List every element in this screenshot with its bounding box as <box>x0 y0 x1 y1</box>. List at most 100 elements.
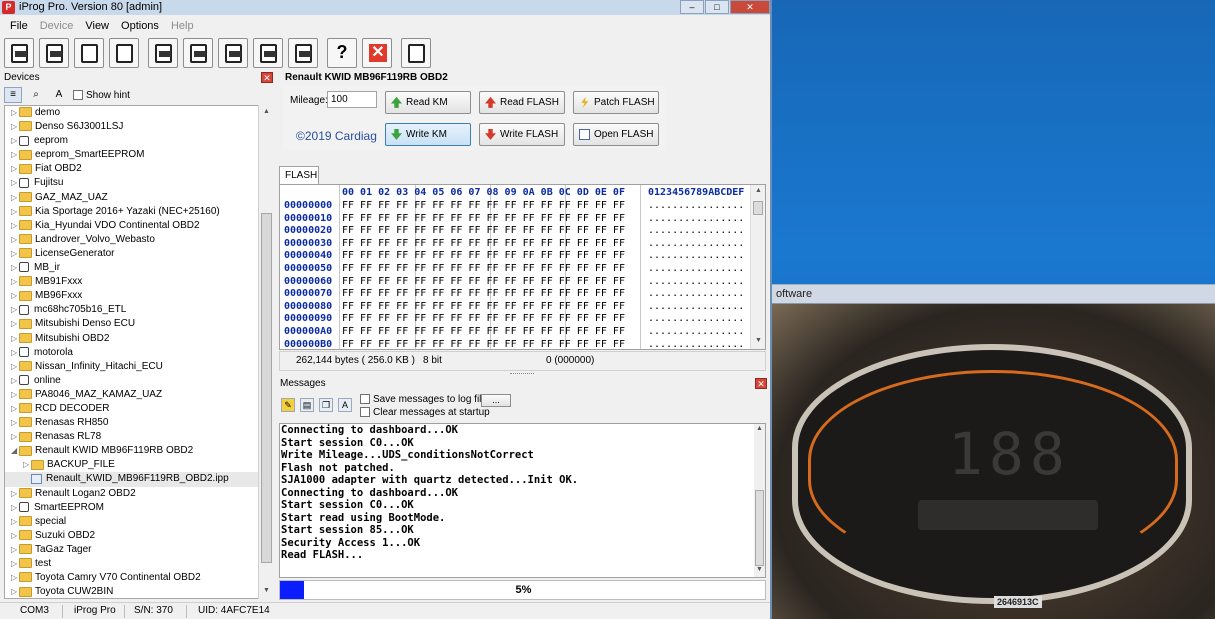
font-icon[interactable]: A <box>338 398 352 412</box>
collapsed-arrow-icon[interactable]: ▷ <box>11 501 19 515</box>
read-km-button[interactable]: Read KM <box>385 91 471 114</box>
save-button[interactable] <box>39 38 69 68</box>
save-log-option[interactable]: Save messages to log file <box>360 394 487 405</box>
scroll-up-icon[interactable]: ▲ <box>753 187 764 194</box>
tree-view-icon[interactable]: ≡ <box>4 87 22 103</box>
expanded-arrow-icon[interactable]: ◢ <box>11 444 19 458</box>
clear-startup-checkbox[interactable] <box>360 407 370 418</box>
panel-splitter[interactable] <box>510 373 534 376</box>
collapsed-arrow-icon[interactable]: ▷ <box>11 176 19 190</box>
collapsed-arrow-icon[interactable]: ▷ <box>11 557 19 571</box>
read-button[interactable] <box>253 38 283 68</box>
browse-log-button[interactable]: ... <box>481 394 511 407</box>
collapsed-arrow-icon[interactable]: ▷ <box>11 317 19 331</box>
tree-item[interactable]: ▷ Mitsubishi OBD2 <box>5 332 273 346</box>
tree-item[interactable]: ▷ Denso S6J3001LSJ <box>5 120 273 134</box>
tree-item[interactable]: ▷ Toyota Camry V70 Continental OBD2 <box>5 571 273 585</box>
new-file-button[interactable] <box>74 38 104 68</box>
collapsed-arrow-icon[interactable]: ▷ <box>11 571 19 585</box>
mileage-input[interactable] <box>327 91 377 108</box>
tree-item[interactable]: Renault_KWID_MB96F119RB_OBD2.ipp <box>5 472 273 487</box>
scroll-up-icon[interactable]: ▲ <box>755 425 764 432</box>
tree-item[interactable]: ▷ Nissan_Infinity_Hitachi_ECU <box>5 360 273 374</box>
scroll-thumb[interactable] <box>753 201 763 215</box>
hex-row[interactable]: 00000090 FF FF FF FF FF FF FF FF FF FF FF… <box>284 313 744 326</box>
save-log-checkbox[interactable] <box>360 394 370 405</box>
hex-row[interactable]: 00000050 FF FF FF FF FF FF FF FF FF FF FF… <box>284 263 744 276</box>
collapsed-arrow-icon[interactable]: ▷ <box>11 487 19 501</box>
tree-item[interactable]: ▷ Kia Sportage 2016+ Yazaki (NEC+25160) <box>5 205 273 219</box>
collapsed-arrow-icon[interactable]: ▷ <box>11 346 19 360</box>
stop-button[interactable]: ✕ <box>362 38 392 68</box>
tree-item[interactable]: ▷ Kia_Hyundai VDO Continental OBD2 <box>5 219 273 233</box>
tree-item[interactable]: ▷ Fiat OBD2 <box>5 162 273 176</box>
tree-item[interactable]: ▷ LicenseGenerator <box>5 247 273 261</box>
write-flash-button[interactable]: Write FLASH <box>479 123 565 146</box>
hex-row[interactable]: 00000000 FF FF FF FF FF FF FF FF FF FF FF… <box>284 200 744 213</box>
copy-icon[interactable]: ❐ <box>319 398 333 412</box>
collapsed-arrow-icon[interactable]: ▷ <box>11 219 19 233</box>
script-button[interactable] <box>288 38 318 68</box>
tree-item[interactable]: ▷ RCD DECODER <box>5 402 273 416</box>
tree-item[interactable]: ▷ Renault Logan2 OBD2 <box>5 487 273 501</box>
menu-device[interactable]: Device <box>34 18 80 36</box>
menu-options[interactable]: Options <box>115 18 165 36</box>
hex-editor[interactable]: 00 01 02 03 04 05 06 07 08 09 0A 0B 0C 0… <box>279 184 766 350</box>
collapsed-arrow-icon[interactable]: ▷ <box>11 360 19 374</box>
collapsed-arrow-icon[interactable]: ▷ <box>11 275 19 289</box>
hex-row[interactable]: 00000010 FF FF FF FF FF FF FF FF FF FF FF… <box>284 213 744 226</box>
hex-row[interactable]: 00000020 FF FF FF FF FF FF FF FF FF FF FF… <box>284 225 744 238</box>
device-info-button[interactable] <box>109 38 139 68</box>
scroll-up-icon[interactable]: ▲ <box>261 108 272 115</box>
collapsed-arrow-icon[interactable]: ▷ <box>11 134 19 148</box>
collapsed-arrow-icon[interactable]: ▷ <box>11 585 19 598</box>
open-folder-button[interactable] <box>4 38 34 68</box>
hex-row[interactable]: 00000070 FF FF FF FF FF FF FF FF FF FF FF… <box>284 288 744 301</box>
collapsed-arrow-icon[interactable]: ▷ <box>11 402 19 416</box>
copyright-link[interactable]: ©2019 Cardiag <box>296 129 377 143</box>
hex-row[interactable]: 00000040 FF FF FF FF FF FF FF FF FF FF FF… <box>284 250 744 263</box>
tree-item[interactable]: ▷ Fujitsu <box>5 176 273 190</box>
show-hint-checkbox[interactable] <box>73 90 83 100</box>
tree-item[interactable]: ▷ test <box>5 557 273 571</box>
devices-close-button[interactable]: ✕ <box>261 72 273 83</box>
collapsed-arrow-icon[interactable]: ▷ <box>11 205 19 219</box>
tree-item[interactable]: ▷ PA8046_MAZ_KAMAZ_UAZ <box>5 388 273 402</box>
menu-help[interactable]: Help <box>165 18 200 36</box>
menu-file[interactable]: File <box>4 18 34 36</box>
collapsed-arrow-icon[interactable]: ▷ <box>11 120 19 134</box>
minimize-button[interactable]: ‒ <box>680 0 704 14</box>
tree-item[interactable]: ◢ Renault KWID MB96F119RB OBD2 <box>5 444 273 458</box>
messages-scrollbar[interactable]: ▲ ▼ <box>754 424 765 577</box>
hex-row[interactable]: 00000030 FF FF FF FF FF FF FF FF FF FF FF… <box>284 238 744 251</box>
collapsed-arrow-icon[interactable]: ▷ <box>11 430 19 444</box>
collapsed-arrow-icon[interactable]: ▷ <box>11 191 19 205</box>
tree-item[interactable]: ▷ motorola <box>5 346 273 360</box>
hex-row[interactable]: 000000B0 FF FF FF FF FF FF FF FF FF FF FF… <box>284 339 744 349</box>
hex-row[interactable]: 00000060 FF FF FF FF FF FF FF FF FF FF FF… <box>284 276 744 289</box>
tree-item[interactable]: ▷ BACKUP_FILE <box>5 458 273 472</box>
devices-scrollbar[interactable]: ▲ ▼ <box>258 105 274 599</box>
tree-item[interactable]: ▷ GAZ_MAZ_UAZ <box>5 191 273 205</box>
import-button[interactable] <box>148 38 178 68</box>
collapsed-arrow-icon[interactable]: ▷ <box>11 233 19 247</box>
collapsed-arrow-icon[interactable]: ▷ <box>11 162 19 176</box>
tree-item[interactable]: ▷ demo <box>5 106 273 120</box>
search-icon[interactable]: ⌕ <box>27 87 45 103</box>
tree-item[interactable]: ▷ Landrover_Volvo_Webasto <box>5 233 273 247</box>
tree-item[interactable]: ▷ TaGaz Tager <box>5 543 273 557</box>
export-button[interactable] <box>183 38 213 68</box>
tree-item[interactable]: ▷ mc68hc705b16_ETL <box>5 303 273 317</box>
collapsed-arrow-icon[interactable]: ▷ <box>11 332 19 346</box>
collapsed-arrow-icon[interactable]: ▷ <box>11 148 19 162</box>
tree-item[interactable]: ▷ MB_ir <box>5 261 273 275</box>
scroll-thumb[interactable] <box>755 490 764 566</box>
tree-item[interactable]: ▷ Renasas RH850 <box>5 416 273 430</box>
read-flash-button[interactable]: Read FLASH <box>479 91 565 114</box>
write-button[interactable] <box>218 38 248 68</box>
collapsed-arrow-icon[interactable]: ▷ <box>11 416 19 430</box>
font-icon[interactable]: A <box>50 87 68 103</box>
clear-messages-icon[interactable]: ✎ <box>281 398 295 412</box>
collapsed-arrow-icon[interactable]: ▷ <box>11 247 19 261</box>
tree-item[interactable]: ▷ MB91Fxxx <box>5 275 273 289</box>
